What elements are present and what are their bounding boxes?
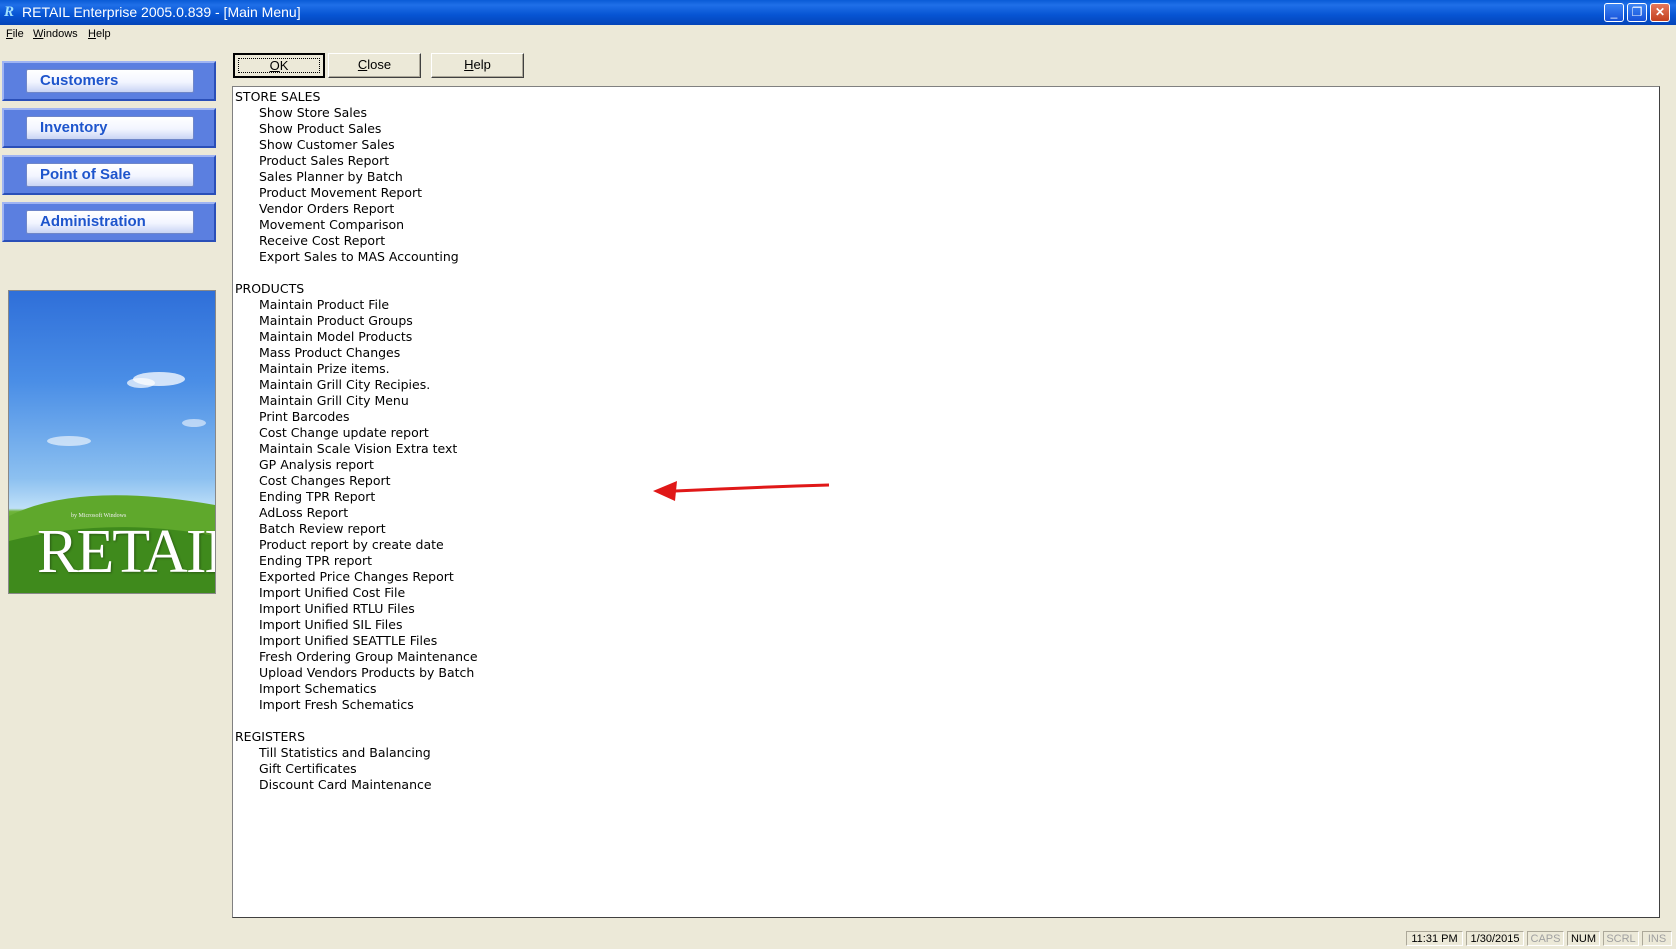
menu-item[interactable]: Mass Product Changes [259, 345, 400, 361]
section-header: STORE SALES [235, 89, 321, 104]
menu-item[interactable]: Maintain Scale Vision Extra text [259, 441, 457, 457]
menu-item[interactable]: Maintain Prize items. [259, 361, 390, 377]
status-scrl: SCRL [1603, 931, 1639, 946]
close-window-button[interactable]: ✕ [1650, 3, 1670, 22]
menu-item[interactable]: Product report by create date [259, 537, 444, 553]
title-bar: R RETAIL Enterprise 2005.0.839 - [Main M… [0, 0, 1676, 25]
menu-item[interactable]: Movement Comparison [259, 217, 404, 233]
menu-item[interactable]: Export Sales to MAS Accounting [259, 249, 459, 265]
menu-item[interactable]: Import Fresh Schematics [259, 697, 414, 713]
menu-item[interactable]: Product Movement Report [259, 185, 422, 201]
menu-item[interactable]: Maintain Model Products [259, 329, 412, 345]
status-ins: INS [1642, 931, 1672, 946]
menu-item[interactable]: Exported Price Changes Report [259, 569, 454, 585]
menu-item[interactable]: Print Barcodes [259, 409, 350, 425]
nav-administration-label: Administration [26, 210, 194, 234]
menu-item[interactable]: Vendor Orders Report [259, 201, 394, 217]
menu-item[interactable]: Maintain Grill City Menu [259, 393, 409, 409]
close-button[interactable]: Close [328, 53, 421, 78]
help-button[interactable]: Help [431, 53, 524, 78]
minimize-button[interactable]: _ [1604, 3, 1624, 22]
status-caps: CAPS [1527, 931, 1564, 946]
status-date: 1/30/2015 [1466, 931, 1524, 946]
menu-item[interactable]: Import Unified SEATTLE Files [259, 633, 437, 649]
focus-rect [238, 58, 320, 73]
menu-item[interactable]: Import Unified Cost File [259, 585, 405, 601]
help-button-label: Help [464, 57, 491, 72]
menu-item[interactable]: Fresh Ordering Group Maintenance [259, 649, 478, 665]
menu-item[interactable]: Show Store Sales [259, 105, 367, 121]
menu-item[interactable]: Cost Change update report [259, 425, 429, 441]
retail-logo: RETAIL [37, 518, 215, 586]
section-header: PRODUCTS [235, 281, 305, 296]
nav-point-of-sale-label: Point of Sale [26, 163, 194, 187]
ok-button[interactable]: OK [233, 53, 325, 78]
menu-item[interactable]: Discount Card Maintenance [259, 777, 432, 793]
menu-bar: File Windows Help [0, 25, 1676, 45]
menu-windows[interactable]: Windows [33, 28, 78, 40]
status-time: 11:31 PM [1406, 931, 1463, 946]
menu-item[interactable]: AdLoss Report [259, 505, 348, 521]
menu-item[interactable]: Cost Changes Report [259, 473, 391, 489]
menu-item[interactable]: Till Statistics and Balancing [259, 745, 431, 761]
section-header: REGISTERS [235, 729, 306, 744]
status-bar: 11:31 PM 1/30/2015 CAPS NUM SCRL INS [0, 925, 1676, 949]
close-button-label: Close [357, 57, 392, 72]
menu-help[interactable]: Help [88, 28, 111, 40]
main-menu-list[interactable]: STORE SALES Show Store Sales Show Product … [232, 86, 1660, 918]
menu-item[interactable]: Batch Review report [259, 521, 386, 537]
window-title: RETAIL Enterprise 2005.0.839 - [Main Men… [22, 4, 301, 20]
menu-item[interactable]: Maintain Product Groups [259, 313, 413, 329]
nav-administration[interactable]: Administration [2, 202, 216, 242]
menu-item[interactable]: GP Analysis report [259, 457, 374, 473]
status-num: NUM [1567, 931, 1600, 946]
nav-point-of-sale[interactable]: Point of Sale [2, 155, 216, 195]
menu-item[interactable]: Maintain Product File [259, 297, 389, 313]
nav-customers[interactable]: Customers [2, 61, 216, 101]
menu-item[interactable]: Product Sales Report [259, 153, 389, 169]
menu-item[interactable]: Show Product Sales [259, 121, 381, 137]
menu-item[interactable]: Import Unified RTLU Files [259, 601, 415, 617]
app-icon: R [4, 4, 15, 20]
menu-item[interactable]: Sales Planner by Batch [259, 169, 403, 185]
red-arrow-annotation [653, 481, 830, 501]
menu-item[interactable]: Ending TPR Report [259, 489, 375, 505]
retail-splash-image: by Microsoft Windows RETAIL [8, 290, 216, 594]
nav-customers-label: Customers [26, 69, 194, 93]
menu-item[interactable]: Show Customer Sales [259, 137, 395, 153]
menu-item[interactable]: Upload Vendors Products by Batch [259, 665, 474, 681]
menu-item[interactable]: Import Unified SIL Files [259, 617, 402, 633]
nav-inventory[interactable]: Inventory [2, 108, 216, 148]
menu-file[interactable]: File [6, 28, 24, 40]
menu-item[interactable]: Maintain Grill City Recipies. [259, 377, 430, 393]
restore-button[interactable]: ❐ [1627, 3, 1647, 22]
nav-inventory-label: Inventory [26, 116, 194, 140]
menu-item[interactable]: Ending TPR report [259, 553, 372, 569]
menu-item[interactable]: Gift Certificates [259, 761, 357, 777]
menu-item[interactable]: Import Schematics [259, 681, 376, 697]
menu-item[interactable]: Receive Cost Report [259, 233, 385, 249]
